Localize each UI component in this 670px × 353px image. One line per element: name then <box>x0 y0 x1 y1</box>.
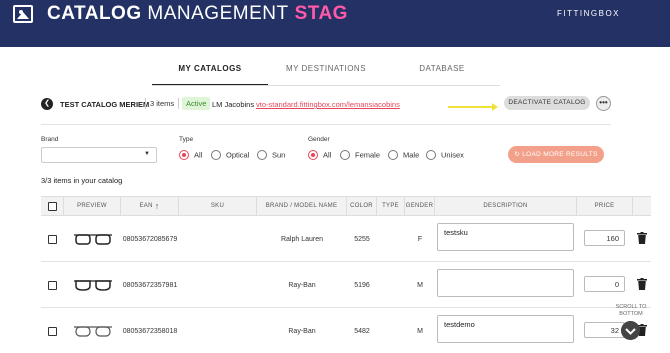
ean-value: 08053672357981 <box>122 281 178 289</box>
image-icon <box>13 5 33 23</box>
trash-icon[interactable] <box>637 232 647 244</box>
back-arrow-icon[interactable]: ❮ <box>41 98 53 110</box>
gender-radio-male[interactable]: Male <box>388 150 419 161</box>
catalog-name: TEST CATALOG MERIEM <box>60 100 150 109</box>
items-count: 3 items <box>145 98 180 109</box>
tabs-divider <box>152 85 500 86</box>
app-title: CATALOG MANAGEMENT STAG <box>47 3 348 24</box>
brand-logo: FITTINGBOX <box>557 9 620 18</box>
catalog-bar: ❮ TEST CATALOG MERIEM 3 items Active LM … <box>41 96 611 113</box>
brand-filter-label: Brand <box>41 136 59 143</box>
glasses-preview-icon <box>64 308 121 353</box>
deactivate-catalog-button[interactable]: DEACTIVATE CATALOG <box>504 96 590 110</box>
sku-value <box>179 216 257 262</box>
catalog-url-link[interactable]: vto-standard.fittingbox.com/lemansiacobi… <box>256 100 400 109</box>
catalog-table: PREVIEW EAN ↑ SKU BRAND / MODEL NAME COL… <box>41 196 651 353</box>
items-summary: 3/3 items in your catalog <box>41 176 123 185</box>
col-sku: SKU <box>179 197 257 216</box>
brand-value: Ray-Ban <box>288 327 316 335</box>
ean-value: 08053672085679 <box>122 235 178 243</box>
col-price: PRICE <box>577 197 633 216</box>
row-checkbox[interactable] <box>48 234 57 244</box>
glasses-preview-icon <box>64 262 121 308</box>
col-color: COLOR <box>347 197 377 216</box>
type-value <box>377 262 405 308</box>
divider <box>41 124 611 125</box>
col-preview: PREVIEW <box>64 197 121 216</box>
price-field[interactable]: 0 <box>584 276 625 292</box>
main-tabs: MY CATALOGS MY DESTINATIONS DATABASE <box>0 57 670 86</box>
color-value: 5482 <box>354 327 370 335</box>
table-row: 08053672358018 Ray-Ban 5482 M testdemo 3… <box>41 308 651 353</box>
trash-icon[interactable] <box>637 278 647 290</box>
col-brand-model: BRAND / MODEL NAME <box>257 197 347 216</box>
select-all-checkbox[interactable] <box>47 202 57 211</box>
row-checkbox[interactable] <box>48 326 57 336</box>
price-field[interactable]: 160 <box>584 230 625 246</box>
load-more-button[interactable]: ↻ LOAD MORE RESULTS <box>508 146 604 163</box>
gender-value: M <box>417 281 423 289</box>
brand-select[interactable]: ▼ <box>41 147 157 163</box>
gender-radio-all[interactable]: All <box>308 150 331 161</box>
brand-value: Ralph Lauren <box>280 235 324 243</box>
gender-value: F <box>417 235 423 243</box>
app-header: CATALOG MANAGEMENT STAG FITTINGBOX <box>0 0 670 47</box>
environment-label: STAG <box>294 3 348 24</box>
description-field[interactable]: testdemo <box>437 315 574 343</box>
glasses-preview-icon <box>64 216 121 262</box>
scroll-to-bottom-label: SCROLL TO BOTTOM <box>615 304 647 317</box>
gender-filter-label: Gender <box>308 136 330 143</box>
sort-arrow-up-icon: ↑ <box>154 201 160 211</box>
col-type: TYPE <box>377 197 405 216</box>
gender-value: M <box>417 327 423 335</box>
gender-radio-female[interactable]: Female <box>340 150 380 161</box>
col-ean[interactable]: EAN ↑ <box>121 197 179 216</box>
table-row: 08053672085679 Ralph Lauren 5255 F tests… <box>41 216 651 262</box>
type-radio-sun[interactable]: Sun <box>257 150 285 161</box>
color-value: 5255 <box>354 235 370 243</box>
refresh-icon: ↻ <box>514 151 521 158</box>
ean-value: 08053672358018 <box>122 327 178 335</box>
tab-my-catalogs[interactable]: MY CATALOGS <box>152 57 268 85</box>
status-badge: Active <box>182 97 211 110</box>
type-filter-label: Type <box>179 136 194 143</box>
description-field[interactable]: testsku <box>437 223 574 251</box>
type-radio-all[interactable]: All <box>179 150 202 161</box>
sku-value <box>179 262 257 308</box>
price-field[interactable]: 32 <box>584 322 625 338</box>
scroll-to-bottom-button[interactable] <box>621 321 640 340</box>
tab-database[interactable]: DATABASE <box>384 57 500 85</box>
brand-value: Ray-Ban <box>288 281 316 289</box>
description-field[interactable] <box>437 269 574 297</box>
type-value <box>377 216 405 262</box>
row-checkbox[interactable] <box>48 280 57 290</box>
col-description: DESCRIPTION <box>435 197 577 216</box>
more-options-button[interactable]: ••• <box>596 96 611 111</box>
color-value: 5196 <box>354 281 370 289</box>
type-radio-optical[interactable]: Optical <box>211 150 249 161</box>
type-value <box>377 308 405 353</box>
col-gender: GENDER <box>405 197 435 216</box>
tab-my-destinations[interactable]: MY DESTINATIONS <box>268 57 384 85</box>
sku-value <box>179 308 257 353</box>
arrow-annotation <box>448 103 498 111</box>
catalog-owner: LM Jacobins <box>212 100 255 109</box>
gender-radio-unisex[interactable]: Unisex <box>426 150 464 161</box>
chevron-down-icon: ▼ <box>144 151 150 157</box>
table-row: 08053672357981 Ray-Ban 5196 M 0 <box>41 262 651 308</box>
table-header: PREVIEW EAN ↑ SKU BRAND / MODEL NAME COL… <box>41 196 651 216</box>
